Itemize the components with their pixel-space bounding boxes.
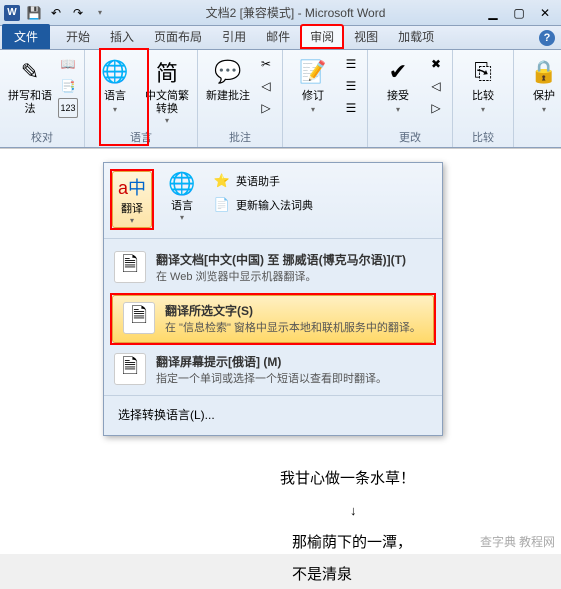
group-proofing: ✎ 拼写和语法 📖 📑 123 校对 xyxy=(0,50,85,147)
translate-button[interactable]: a中 翻译 ▾ xyxy=(112,171,152,228)
chinese-convert-button[interactable]: 简 中文简繁 转换 ▾ xyxy=(143,54,191,127)
markup-button[interactable]: ☰ xyxy=(341,54,361,74)
popup-language-button[interactable]: 🌐 语言 ▾ xyxy=(162,169,202,230)
track-changes-button[interactable]: 📝 修订▾ xyxy=(289,54,337,118)
group-label-changes: 更改 xyxy=(374,127,446,147)
tab-layout[interactable]: 页面布局 xyxy=(144,24,212,49)
group-tracking: 📝 修订▾ ☰ ☰ ☰ xyxy=(283,50,368,147)
document-icon: 📄 xyxy=(214,197,230,213)
ribbon-tabs: 文件 开始 插入 页面布局 引用 邮件 审阅 视图 加载项 ? xyxy=(0,26,561,50)
tab-addins[interactable]: 加载项 xyxy=(388,24,444,49)
accept-icon: ✔ xyxy=(382,56,414,88)
tab-home[interactable]: 开始 xyxy=(56,24,100,49)
tab-references[interactable]: 引用 xyxy=(212,24,256,49)
translate-doc-icon: 🗎 xyxy=(114,251,146,283)
title-bar: W 💾 ↶ ↷ ▾ 文档2 [兼容模式] - Microsoft Word ▁ … xyxy=(0,0,561,26)
highlight-selected-text: 🗎 翻译所选文字(S) 在 "信息检索" 窗格中显示本地和联机服务中的翻译。 xyxy=(110,293,436,345)
translate-icon: a中 xyxy=(118,174,146,200)
tab-review[interactable]: 审阅 xyxy=(300,24,344,49)
doc-line-6: 不是清泉 xyxy=(292,561,521,589)
undo-button[interactable]: ↶ xyxy=(46,3,66,23)
group-comments: 💬 新建批注 ✂ ◁ ▷ 批注 xyxy=(198,50,283,147)
quick-access-toolbar: 💾 ↶ ↷ ▾ xyxy=(24,3,110,23)
tab-view[interactable]: 视图 xyxy=(344,24,388,49)
close-button[interactable]: ✕ xyxy=(533,4,557,22)
convert-icon: 简 xyxy=(151,56,183,88)
popup-globe-icon: 🌐 xyxy=(168,171,195,197)
minimize-button[interactable]: ▁ xyxy=(481,4,505,22)
window-title: 文档2 [兼容模式] - Microsoft Word xyxy=(110,4,481,21)
translate-selection-item[interactable]: 🗎 翻译所选文字(S) 在 "信息检索" 窗格中显示本地和联机服务中的翻译。 xyxy=(112,295,434,343)
new-comment-button[interactable]: 💬 新建批注 xyxy=(204,54,252,105)
compare-button[interactable]: ⎘ 比较▾ xyxy=(459,54,507,118)
translate-screentip-item[interactable]: 🗎 翻译屏幕提示[俄语] (M) 指定一个单词或选择一个短语以查看即时翻译。 xyxy=(104,347,442,393)
delete-comment-button[interactable]: ✂ xyxy=(256,54,276,74)
prev-comment-button[interactable]: ◁ xyxy=(256,76,276,96)
research-button[interactable]: 📖 xyxy=(58,54,78,74)
group-label-comments: 批注 xyxy=(204,127,276,147)
highlight-translate: a中 翻译 ▾ xyxy=(110,169,154,230)
globe-icon: 🌐 xyxy=(99,56,131,88)
group-compare: ⎘ 比较▾ 比较 xyxy=(453,50,514,147)
group-label-compare: 比较 xyxy=(459,127,507,147)
tab-insert[interactable]: 插入 xyxy=(100,24,144,49)
group-label-proofing: 校对 xyxy=(6,127,78,147)
reviewing-pane-button[interactable]: ☰ xyxy=(341,98,361,118)
paragraph-mark: ↓ xyxy=(350,497,521,525)
update-ime-item[interactable]: 📄 更新输入法词典 xyxy=(210,195,317,215)
qat-more-button[interactable]: ▾ xyxy=(90,3,110,23)
prev-change-button[interactable]: ◁ xyxy=(426,76,446,96)
language-dropdown: a中 翻译 ▾ 🌐 语言 ▾ ⭐ 英语助手 📄 更新输入法词典 🗎 翻译 xyxy=(103,162,443,436)
lock-icon: 🔒 xyxy=(528,56,560,88)
save-button[interactable]: 💾 xyxy=(24,3,44,23)
accept-button[interactable]: ✔ 接受▾ xyxy=(374,54,422,118)
show-markup-button[interactable]: ☰ xyxy=(341,76,361,96)
spelling-button[interactable]: ✎ 拼写和语法 xyxy=(6,54,54,118)
language-button[interactable]: 🌐 语言▾ xyxy=(91,54,139,118)
help-icon[interactable]: ? xyxy=(539,30,555,46)
doc-line-4: 我甘心做一条水草！ xyxy=(280,465,521,493)
group-protect: 🔒 保护▾ xyxy=(514,50,561,147)
tab-file[interactable]: 文件 xyxy=(2,24,50,49)
tab-mailings[interactable]: 邮件 xyxy=(256,24,300,49)
english-assistant-item[interactable]: ⭐ 英语助手 xyxy=(210,171,317,191)
watermark: 查字典 教程网 xyxy=(480,533,555,550)
comment-icon: 💬 xyxy=(212,56,244,88)
translate-tip-icon: 🗎 xyxy=(114,353,146,385)
maximize-button[interactable]: ▢ xyxy=(507,4,531,22)
translate-document-item[interactable]: 🗎 翻译文档[中文(中国) 至 挪威语(博克马尔语)](T) 在 Web 浏览器… xyxy=(104,245,442,291)
redo-button[interactable]: ↷ xyxy=(68,3,88,23)
word-icon: W xyxy=(4,5,20,21)
protect-button[interactable]: 🔒 保护▾ xyxy=(520,54,561,118)
group-changes: ✔ 接受▾ ✖ ◁ ▷ 更改 xyxy=(368,50,453,147)
track-icon: 📝 xyxy=(297,56,329,88)
thesaurus-button[interactable]: 📑 xyxy=(58,76,78,96)
group-language: 🌐 语言▾ 简 中文简繁 转换 ▾ 语言 xyxy=(85,50,198,147)
window-controls: ▁ ▢ ✕ xyxy=(481,4,557,22)
wordcount-button[interactable]: 123 xyxy=(58,98,78,118)
next-comment-button[interactable]: ▷ xyxy=(256,98,276,118)
spelling-icon: ✎ xyxy=(14,56,46,88)
choose-language-item[interactable]: 选择转换语言(L)... xyxy=(104,398,442,431)
group-label-language: 语言 xyxy=(91,127,191,147)
ribbon: ✎ 拼写和语法 📖 📑 123 校对 🌐 语言▾ 简 中文简繁 转换 ▾ 语言 xyxy=(0,50,561,148)
translate-sel-icon: 🗎 xyxy=(123,302,155,334)
compare-icon: ⎘ xyxy=(467,56,499,88)
reject-button[interactable]: ✖ xyxy=(426,54,446,74)
next-change-button[interactable]: ▷ xyxy=(426,98,446,118)
star-icon: ⭐ xyxy=(214,173,230,189)
